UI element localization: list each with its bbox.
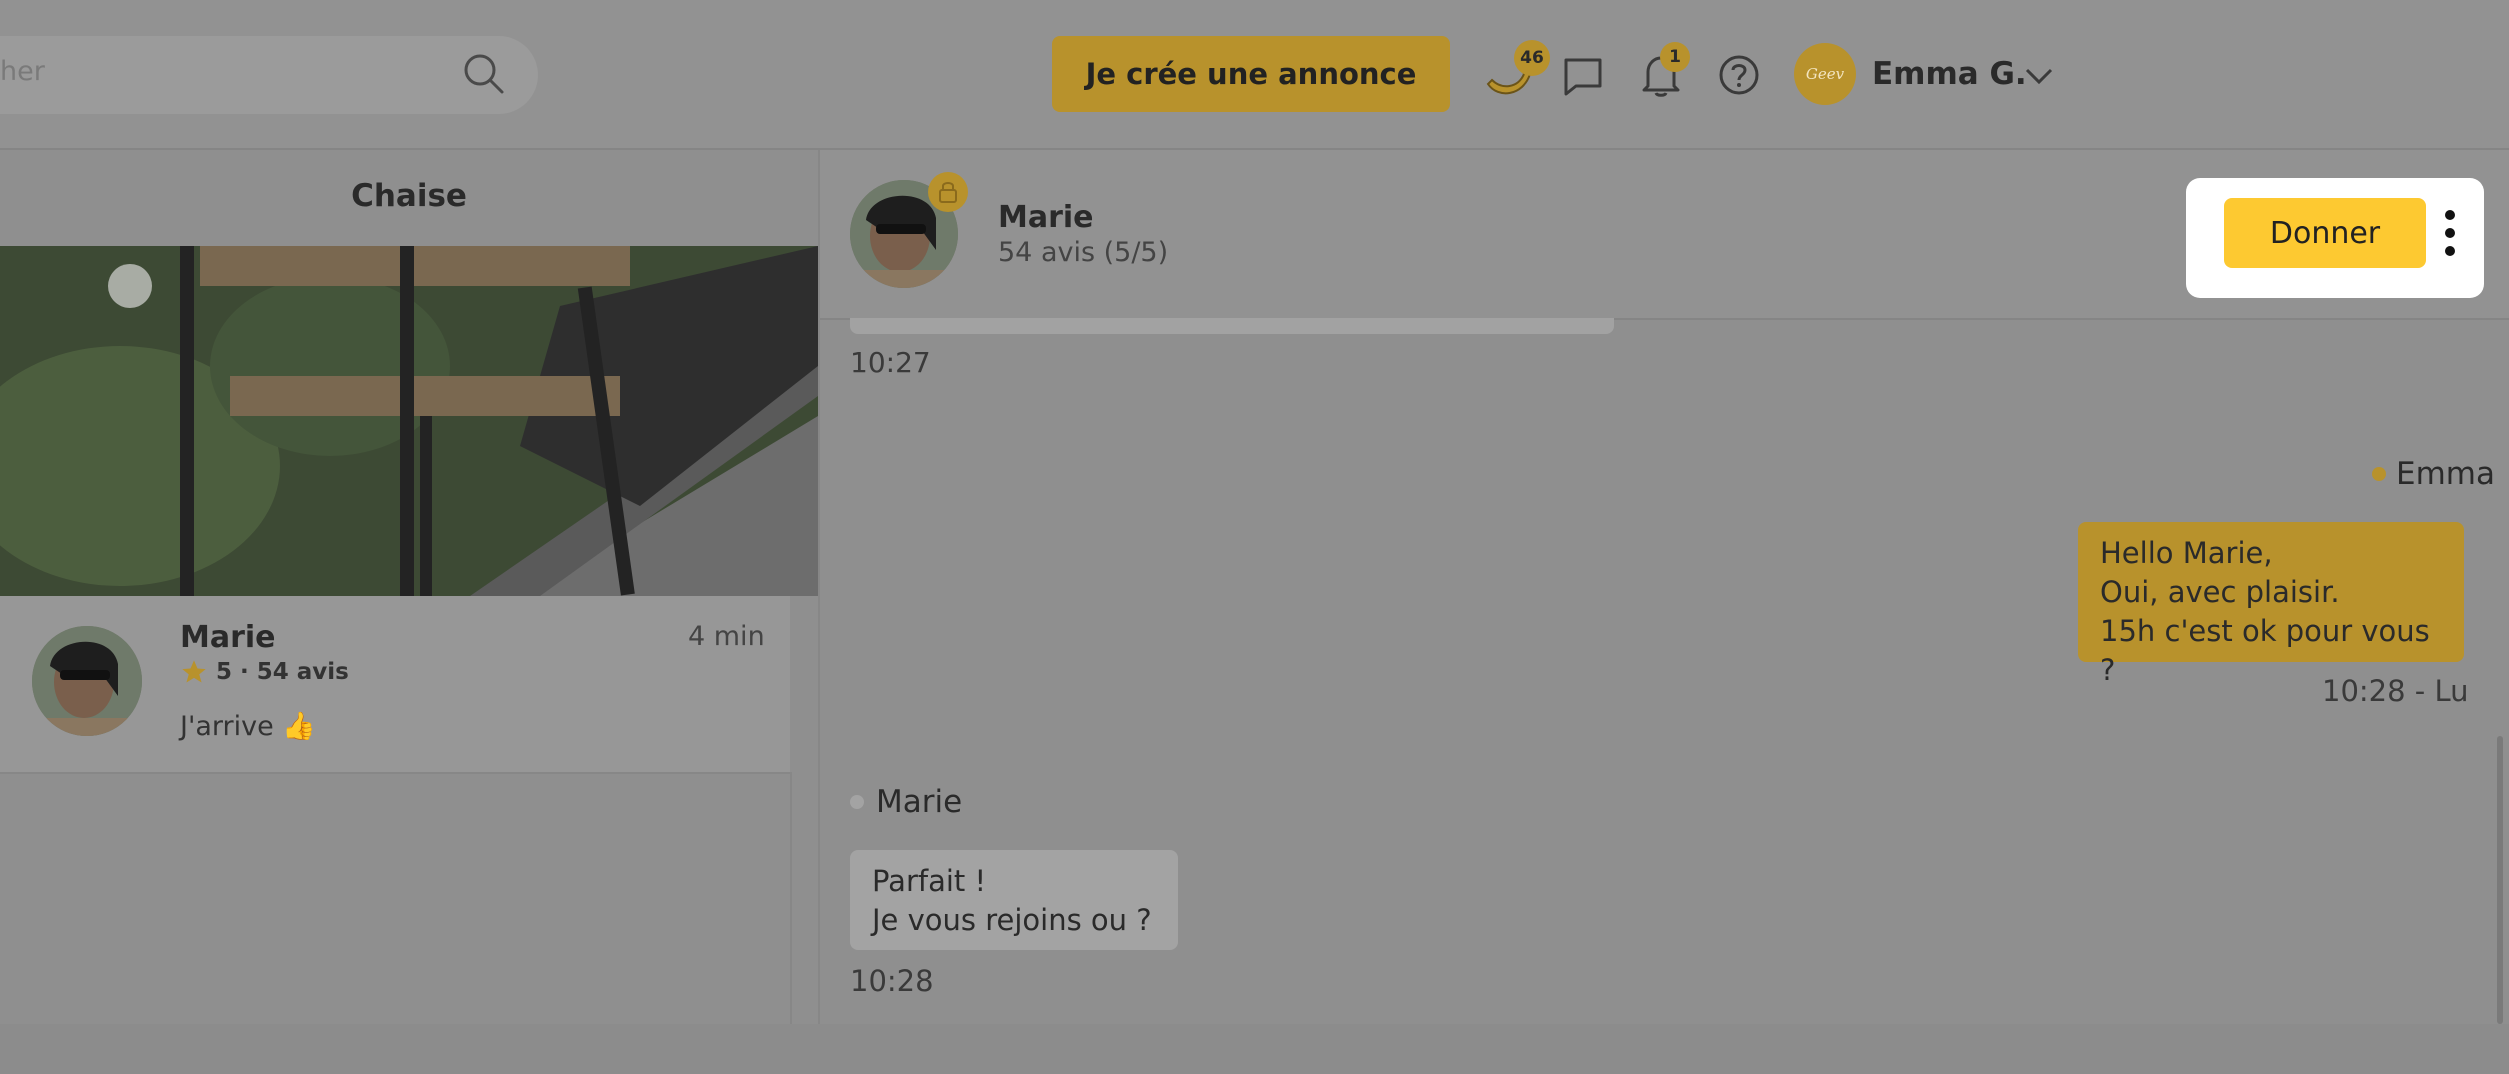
more-options-icon[interactable] [2440,210,2460,258]
message-line: Je vous rejoins ou ? [872,903,1152,937]
search-icon[interactable] [462,52,506,96]
sender-name: Marie [876,784,963,820]
bottom-bar [0,1024,2509,1074]
chevron-down-icon[interactable] [2024,66,2054,86]
contact-reviews: 54 avis (5/5) [998,237,1169,268]
message-bubble-received: Parfait ! Je vous rejoins ou ? [850,850,1178,950]
message-time: 10:27 [850,346,931,379]
create-listing-button[interactable]: Je crée une annonce [1052,36,1450,112]
give-button[interactable]: Donner [2224,198,2426,268]
sender-label: Marie [850,784,962,820]
chat-scrollbar[interactable] [2497,736,2503,1024]
presence-dot [850,795,864,809]
help-icon[interactable] [1718,54,1760,96]
rating-text: 5 · 54 avis [216,659,349,685]
listing-title: Chaise [351,178,467,214]
user-name[interactable]: Emma G. [1872,56,2027,92]
presence-dot [2372,467,2386,481]
search-placeholder: her [0,56,45,87]
conversation-time: 4 min [688,621,765,652]
sender-label: Emma [2372,456,2495,492]
conversation-avatar [32,626,142,736]
message-time: 10:28 - Lu [2322,674,2469,708]
notifications-badge: 1 [1660,42,1690,72]
message-line: Oui, avec plaisir. [2100,575,2340,609]
conversation-rating: 5 · 54 avis [180,658,349,686]
user-avatar[interactable]: Geev [1794,43,1856,105]
lock-badge [928,172,968,212]
search-input[interactable] [0,36,538,114]
message-bubble-sent: Hello Marie, Oui, avec plaisir. 15h c'es… [2078,522,2464,687]
avatar-logo: Geev [1805,65,1845,83]
lock-icon [939,182,957,203]
message-bubble [850,318,1614,334]
star-icon [182,660,206,683]
conversation-name: Marie [180,620,276,655]
message-icon[interactable] [1562,56,1604,98]
divider [790,772,792,1024]
message-line: Parfait ! [872,864,987,898]
contact-name: Marie [998,200,1094,235]
conversation-last-message: J'arrive 👍 [180,711,316,742]
message-time: 10:28 [850,964,934,998]
listing-image [0,246,818,596]
bananas-badge: 46 [1514,40,1550,76]
message-line: Hello Marie, [2100,536,2273,570]
sender-name: Emma [2396,456,2495,492]
